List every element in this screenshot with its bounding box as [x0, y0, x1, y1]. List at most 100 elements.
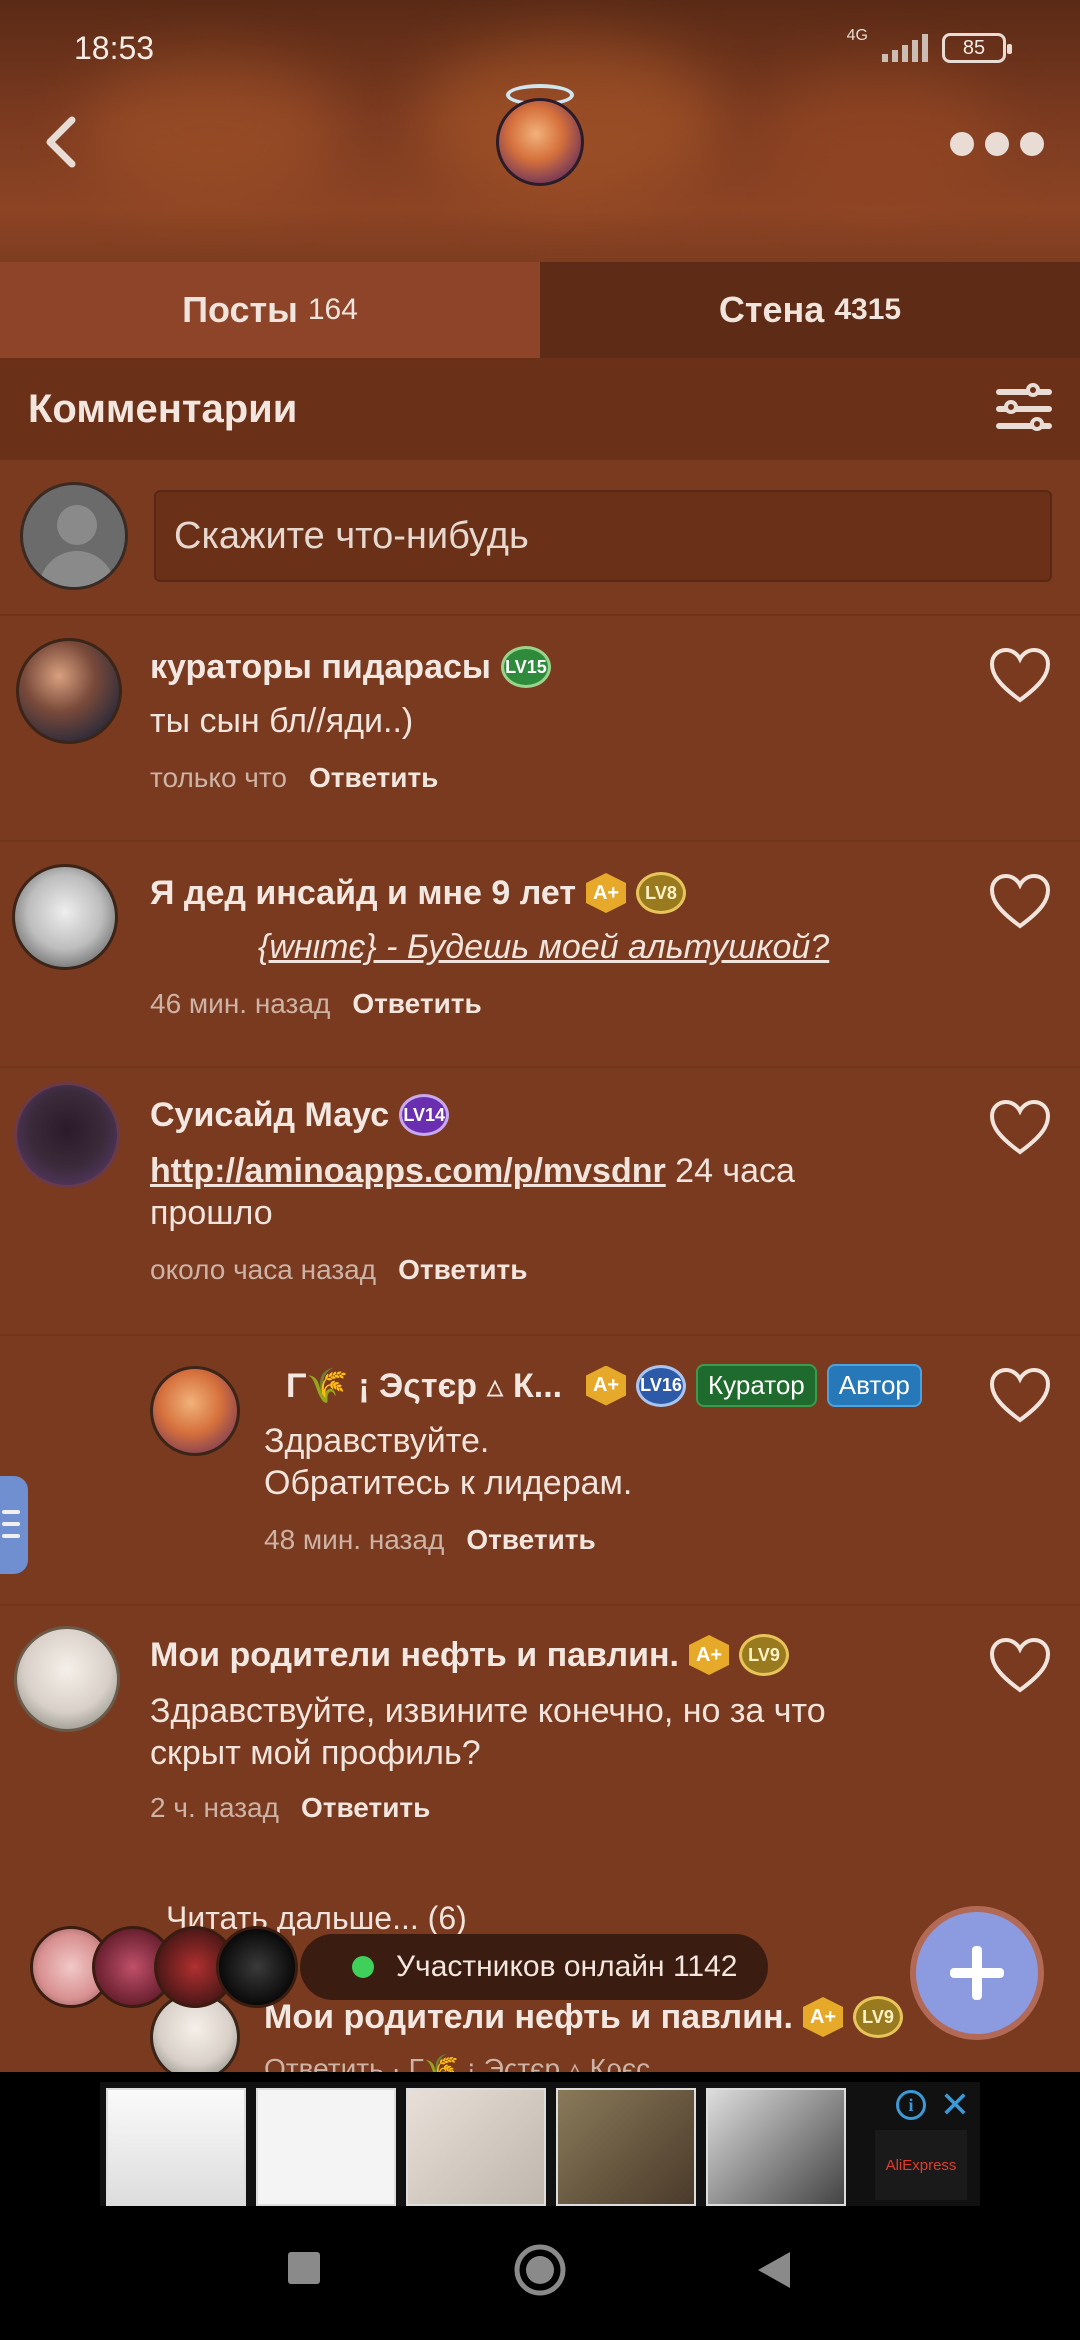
- level-badge: LV16: [636, 1364, 686, 1407]
- home-icon[interactable]: [512, 2242, 568, 2298]
- heart-icon[interactable]: [988, 1636, 1052, 1694]
- tab-posts[interactable]: Посты 164: [0, 262, 540, 358]
- level-badge: LV15: [500, 646, 551, 688]
- reply-button[interactable]: Ответить: [398, 1254, 527, 1286]
- comment-meta: около часа назад Ответить: [150, 1254, 527, 1286]
- comment-author[interactable]: Мои родители нефть и павлин. A+ LV9: [150, 1634, 789, 1676]
- online-pill[interactable]: Участников онлайн 1142: [300, 1934, 768, 2000]
- tab-label: Посты: [182, 289, 298, 330]
- comment-text-part: Обратитесь к лидерам.: [264, 1464, 633, 1502]
- heart-icon[interactable]: [988, 1366, 1052, 1424]
- reply-button[interactable]: Ответить: [466, 1524, 595, 1556]
- level-badge: LV9: [853, 1996, 903, 2038]
- ad-product-image[interactable]: [256, 2088, 396, 2206]
- user-avatar-placeholder: [20, 482, 128, 590]
- comment-text-part: Здравствуйте.: [264, 1422, 490, 1460]
- comment-author[interactable]: кураторы пидарасы LV15: [150, 646, 551, 688]
- level-badge: LV14: [399, 1094, 450, 1136]
- comment-author[interactable]: Я дед инсайд и мне 9 лет A+ LV8: [150, 872, 687, 914]
- battery-icon: 85: [942, 33, 1012, 63]
- tab-count: 164: [307, 293, 358, 326]
- comment-item: Суисайд Маус LV14 http://aminoapps.com/p…: [0, 1068, 1080, 1336]
- dot-icon: [1020, 132, 1044, 156]
- avatar[interactable]: [14, 1082, 120, 1188]
- achievement-medal: A+: [803, 1997, 843, 2037]
- comment-reply-item: Γ🌾 ¡ Эςтєр ▵ К... A+ LV16 Куратор Автор …: [0, 1336, 1080, 1606]
- status-bar: 18:53 4G 85: [0, 0, 1080, 96]
- comment-author[interactable]: Суисайд Маус LV14: [150, 1094, 450, 1136]
- comment-meta: Ответить · Γ🌾 ¡ Эςтєр ▵ Кρєс...: [264, 2052, 674, 2072]
- avatar[interactable]: [16, 638, 122, 744]
- online-dot-icon: [352, 1956, 374, 1978]
- online-members-bar[interactable]: Участников онлайн 1142: [30, 1926, 768, 2008]
- online-count: Участников онлайн 1142: [396, 1950, 738, 1983]
- comment-text-part: Здравствуйте, извините конечно, но за чт…: [150, 1692, 826, 1730]
- author-badge: Автор: [826, 1364, 922, 1407]
- ad-product-image[interactable]: [706, 2088, 846, 2206]
- comment-text: Здравствуйте, извините конечно, но за чт…: [150, 1690, 826, 1774]
- comment-text[interactable]: {wнιтє} - Будешь моей альтушкой?: [258, 926, 829, 968]
- ad-brand-logo[interactable]: AliExpress: [875, 2130, 967, 2200]
- ad-banner[interactable]: AliExpress i ✕: [0, 2072, 1080, 2212]
- achievement-medal: A+: [586, 873, 627, 913]
- comment-text-part: 24 часа: [675, 1152, 795, 1190]
- comment-text-part: прошло: [150, 1194, 273, 1232]
- reply-button[interactable]: Ответить: [309, 762, 438, 794]
- comment-item: Мои родители нефть и павлин. A+ LV9 Здра…: [0, 1606, 1080, 1870]
- heart-icon[interactable]: [988, 1098, 1052, 1156]
- dot-icon: [985, 132, 1009, 156]
- level-badge: LV8: [636, 872, 687, 914]
- comment-text-part: скрыт мой профиль?: [150, 1734, 481, 1772]
- reply-button[interactable]: Ответить: [301, 1792, 430, 1824]
- side-menu-tab[interactable]: [0, 1476, 28, 1574]
- ad-product-image[interactable]: [406, 2088, 546, 2206]
- author-name: Мои родители нефть и павлин.: [150, 1635, 679, 1674]
- dot-icon: [950, 132, 974, 156]
- comment-meta: только что Ответить: [150, 762, 438, 794]
- system-navigation-bar: [0, 2212, 1080, 2340]
- reply-button[interactable]: Ответить: [352, 988, 481, 1020]
- author-name: Я дед инсайд и мне 9 лет: [150, 873, 577, 912]
- back-nav-icon[interactable]: [756, 2250, 792, 2290]
- tab-label: Стена: [718, 289, 825, 330]
- comment-author[interactable]: Γ🌾 ¡ Эςтєр ▵ К... A+ LV16 Куратор Автор: [286, 1364, 922, 1407]
- achievement-medal: A+: [689, 1635, 729, 1675]
- comment-compose: Скажите что-нибудь: [0, 460, 1080, 616]
- heart-icon[interactable]: [988, 646, 1052, 704]
- network-type: 4G: [846, 27, 868, 44]
- ad-close-icon[interactable]: ✕: [938, 2087, 972, 2123]
- comment-time: 2 ч. назад: [150, 1792, 279, 1823]
- avatar[interactable]: [14, 1626, 120, 1732]
- filter-icon[interactable]: [996, 383, 1052, 433]
- comment-meta: 48 мин. назад Ответить: [264, 1524, 596, 1556]
- comment-time: 46 мин. назад: [150, 988, 331, 1019]
- signal-icon: [882, 34, 928, 62]
- add-post-button[interactable]: [910, 1906, 1044, 2040]
- section-title: Комментарии: [28, 386, 298, 431]
- profile-tabs: Посты 164 Стена 4315: [0, 262, 1080, 358]
- comment-input[interactable]: Скажите что-нибудь: [154, 490, 1052, 582]
- tab-count: 4315: [834, 293, 902, 326]
- author-name: кураторы пидарасы: [150, 647, 491, 686]
- status-time: 18:53: [74, 29, 155, 66]
- back-button[interactable]: [30, 112, 90, 172]
- heart-icon[interactable]: [988, 872, 1052, 930]
- profile-avatar[interactable]: [492, 84, 588, 186]
- author-name: Γ🌾 ¡ Эςтєр ▵ К...: [286, 1366, 563, 1405]
- comment-item: кураторы пидарасы LV15 ты сын бл//яди..)…: [0, 616, 1080, 842]
- comments-header: Комментарии: [0, 358, 1080, 460]
- tab-wall[interactable]: Стена 4315: [540, 262, 1080, 358]
- chevron-left-icon: [46, 116, 76, 168]
- more-options-button[interactable]: [950, 124, 1044, 164]
- ad-product-image[interactable]: [106, 2088, 246, 2206]
- comment-text: Здравствуйте. Обратитесь к лидерам.: [264, 1420, 632, 1504]
- avatar[interactable]: [12, 864, 118, 970]
- profile-link[interactable]: http://aminoapps.com/p/mvsdnr: [150, 1152, 666, 1190]
- ad-product-image[interactable]: [556, 2088, 696, 2206]
- comment-text: http://aminoapps.com/p/mvsdnr 24 часа пр…: [150, 1150, 870, 1234]
- recents-icon[interactable]: [286, 2250, 322, 2286]
- comment-item: Я дед инсайд и мне 9 лет A+ LV8 {wнιтє} …: [0, 842, 1080, 1068]
- ad-info-icon[interactable]: i: [896, 2090, 926, 2120]
- comment-time: только что: [150, 762, 287, 793]
- avatar[interactable]: [150, 1366, 240, 1456]
